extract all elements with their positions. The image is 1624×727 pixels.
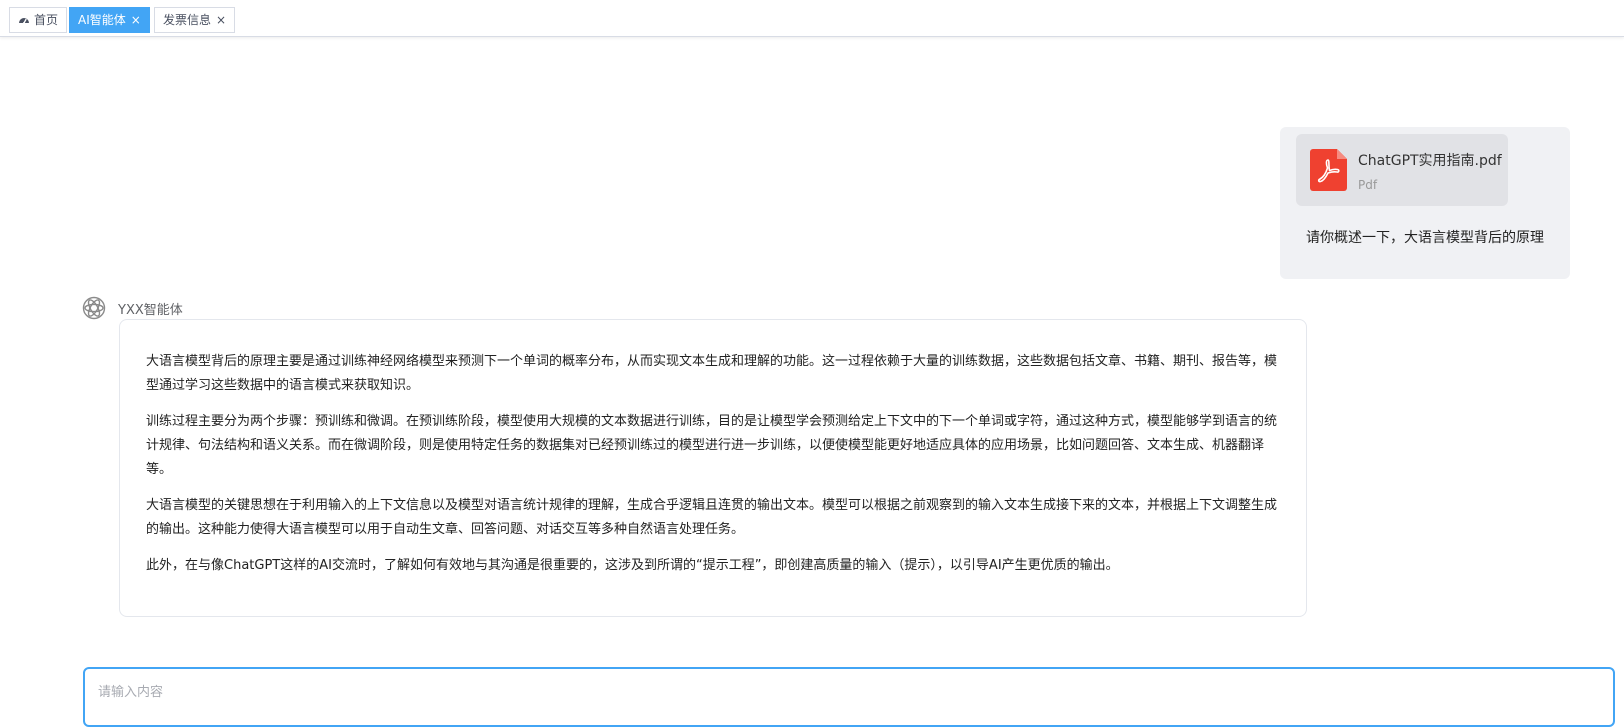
tab-label: 发票信息 bbox=[163, 13, 212, 27]
bot-paragraph: 大语言模型的关键思想在于利用输入的上下文信息以及模型对语言统计规律的理解，生成合… bbox=[146, 498, 1278, 537]
file-name: ChatGPT实用指南.pdf bbox=[1358, 153, 1502, 169]
tab-label: AI智能体 bbox=[78, 13, 126, 27]
tab-ai-agent[interactable]: AI智能体 × bbox=[69, 7, 150, 33]
close-icon[interactable]: × bbox=[216, 14, 226, 26]
tab-invoice-info[interactable]: 发票信息 × bbox=[154, 7, 236, 33]
file-type: Pdf bbox=[1358, 178, 1378, 192]
dashboard-icon bbox=[18, 14, 30, 26]
bot-message-bubble: 大语言模型背后的原理主要是通过训练神经网络模型来预测下一个单词的概率分布，从而实… bbox=[119, 319, 1307, 617]
tab-home[interactable]: 首页 bbox=[9, 7, 68, 33]
close-icon[interactable]: × bbox=[131, 14, 141, 26]
bot-paragraph: 训练过程主要分为两个步骤：预训练和微调。在预训练阶段，模型使用大规模的文本数据进… bbox=[146, 414, 1278, 477]
user-message-text: 请你概述一下，大语言模型背后的原理 bbox=[1306, 230, 1544, 246]
file-attachment-card[interactable]: ChatGPT实用指南.pdf Pdf bbox=[1296, 134, 1508, 206]
tab-label: 首页 bbox=[34, 13, 59, 27]
tab-bar: 首页 AI智能体 × 发票信息 × bbox=[0, 0, 1624, 37]
pdf-file-icon bbox=[1310, 149, 1347, 191]
user-message-bubble: ChatGPT实用指南.pdf Pdf 请你概述一下，大语言模型背后的原理 bbox=[1280, 127, 1570, 279]
bot-name: YXX智能体 bbox=[118, 303, 183, 318]
bot-paragraph: 此外，在与像ChatGPT这样的AI交流时，了解如何有效地与其沟通是很重要的，这… bbox=[146, 558, 1119, 573]
openai-logo-icon bbox=[82, 296, 106, 320]
bot-paragraph: 大语言模型背后的原理主要是通过训练神经网络模型来预测下一个单词的概率分布，从而实… bbox=[146, 354, 1278, 393]
message-input[interactable] bbox=[83, 667, 1615, 727]
